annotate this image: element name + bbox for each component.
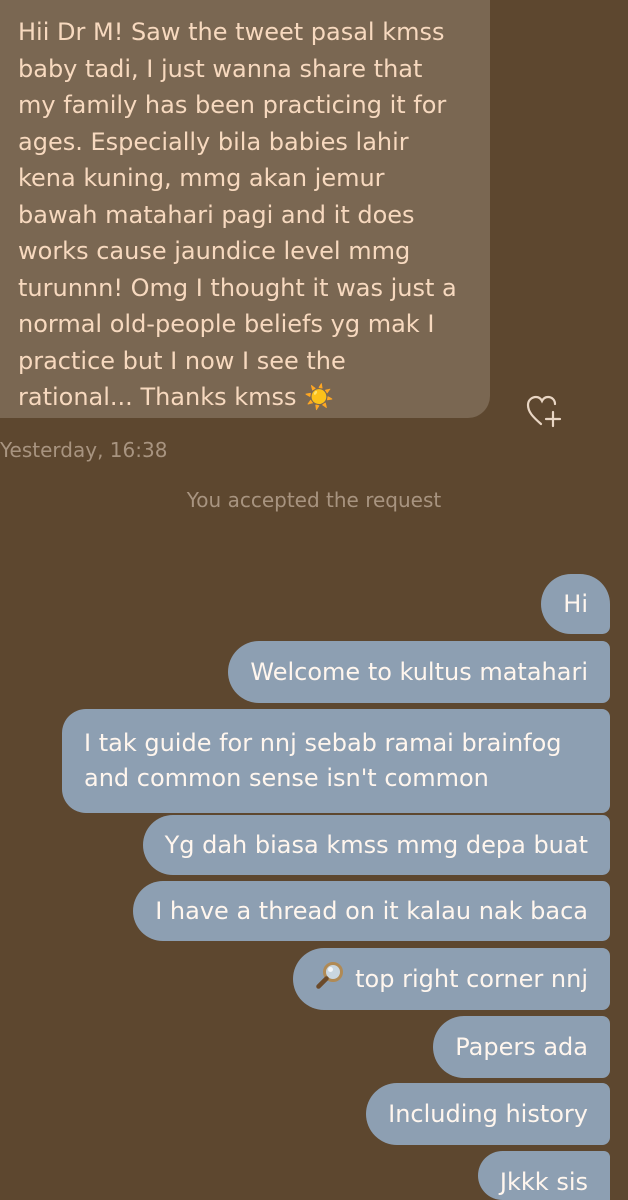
heart-plus-icon[interactable]	[525, 393, 563, 429]
outgoing-message[interactable]: top right corner nnj	[293, 948, 610, 1010]
outgoing-message[interactable]: I tak guide for nnj sebab ramai brainfog…	[62, 709, 610, 813]
outgoing-message[interactable]: Yg dah biasa kmss mmg depa buat	[142, 815, 610, 875]
incoming-line: practice but I now I see the	[18, 346, 346, 375]
incoming-line: rational... Thanks kmss ☀️	[18, 383, 335, 411]
message-text: Including history	[388, 1100, 588, 1128]
incoming-line: bawah matahari pagi and it does	[18, 200, 415, 229]
incoming-line: works cause jaundice level mmg	[18, 237, 411, 265]
outgoing-message[interactable]: Including history	[366, 1083, 610, 1145]
message-text: Jkkk sis	[499, 1167, 588, 1196]
message-text: top right corner nnj	[355, 965, 588, 993]
outgoing-message[interactable]: Hi	[541, 574, 610, 634]
outgoing-message[interactable]: Jkkk sis	[477, 1151, 610, 1200]
incoming-line: normal old-people beliefs yg mak I	[18, 310, 435, 338]
outgoing-message[interactable]: I have a thread on it kalau nak baca	[133, 881, 610, 941]
message-text: Hi	[563, 590, 588, 618]
incoming-line: turunnn! Omg I thought it was just a	[18, 273, 457, 302]
message-text: I have a thread on it kalau nak baca	[155, 897, 588, 925]
outgoing-message[interactable]: Papers ada	[433, 1016, 610, 1078]
incoming-line: baby tadi, I just wanna share that	[18, 54, 423, 83]
incoming-line: kena kuning, mmg akan jemur	[18, 164, 385, 192]
message-text: I tak guide for nnj sebab ramai brainfog	[84, 729, 562, 757]
system-message: You accepted the request	[186, 488, 442, 512]
incoming-message-bubble[interactable]: Hii Dr M! Saw the tweet pasal kmss baby …	[0, 0, 490, 418]
message-timestamp: Yesterday, 16:38	[0, 438, 168, 462]
outgoing-message[interactable]: Welcome to kultus matahari	[228, 641, 610, 703]
incoming-line: Hii Dr M! Saw the tweet pasal kmss	[18, 18, 445, 46]
incoming-line: ages. Especially bila babies lahir	[18, 127, 409, 156]
message-text: Welcome to kultus matahari	[250, 658, 588, 686]
magnifying-glass-icon	[315, 960, 345, 999]
message-text: Yg dah biasa kmss mmg depa buat	[164, 831, 588, 859]
message-text: Papers ada	[455, 1033, 588, 1061]
message-text: and common sense isn't common	[84, 764, 489, 792]
incoming-line: my family has been practicing it for	[18, 91, 447, 119]
